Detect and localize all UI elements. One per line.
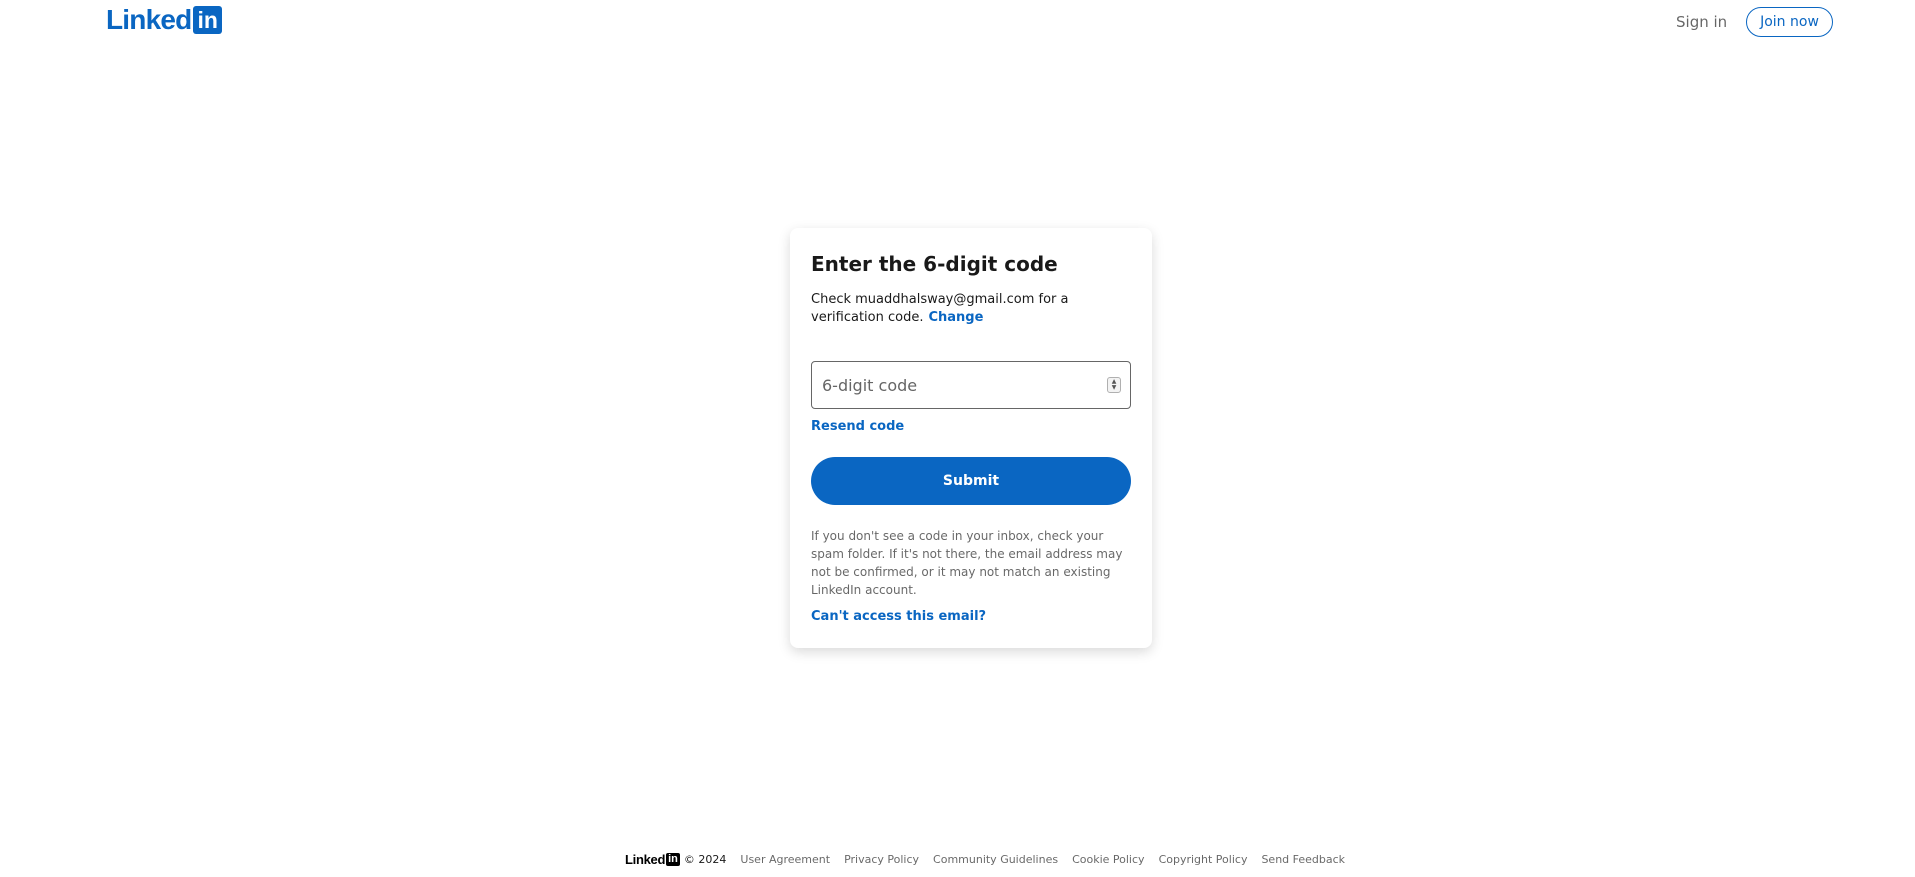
verification-description: Check muaddhalsway@gmail.com for a verif… bbox=[811, 291, 1129, 327]
footer-logo-in-box: in bbox=[666, 852, 680, 866]
footer-link-privacy-policy[interactable]: Privacy Policy bbox=[844, 853, 919, 866]
footer-link-send-feedback[interactable]: Send Feedback bbox=[1261, 853, 1345, 866]
code-input-container: ▲ ▼ bbox=[811, 361, 1131, 409]
email-address: muaddhalsway@gmail.com bbox=[855, 292, 1035, 307]
footer: Linked in © 2024 User Agreement Privacy P… bbox=[625, 849, 1359, 869]
sign-in-link[interactable]: Sign in bbox=[1676, 7, 1727, 37]
logo-wordmark: Linked bbox=[106, 4, 192, 35]
resend-code-link[interactable]: Resend code bbox=[811, 419, 904, 434]
linkedin-logo[interactable]: Linked in bbox=[106, 6, 222, 34]
help-note: If you don't see a code in your inbox, c… bbox=[811, 529, 1123, 597]
submit-button[interactable]: Submit bbox=[811, 457, 1131, 505]
footer-logo: Linked in bbox=[625, 852, 680, 867]
footer-link-user-agreement[interactable]: User Agreement bbox=[740, 853, 830, 866]
cant-access-email-link[interactable]: Can't access this email? bbox=[811, 609, 986, 624]
desc-prefix: Check bbox=[811, 292, 856, 307]
footer-link-cookie-policy[interactable]: Cookie Policy bbox=[1072, 853, 1144, 866]
verification-card: Enter the 6-digit code Check muaddhalswa… bbox=[790, 228, 1152, 648]
copyright: © 2024 bbox=[683, 852, 727, 866]
change-email-link[interactable]: Change bbox=[928, 310, 983, 325]
page-title: Enter the 6-digit code bbox=[811, 252, 1058, 276]
footer-logo-wordmark: Linked bbox=[625, 851, 666, 867]
footer-link-copyright-policy[interactable]: Copyright Policy bbox=[1159, 853, 1248, 866]
join-now-button[interactable]: Join now bbox=[1746, 7, 1833, 37]
verification-code-input[interactable] bbox=[812, 362, 1102, 408]
footer-link-community-guidelines[interactable]: Community Guidelines bbox=[933, 853, 1058, 866]
number-stepper-icon[interactable]: ▲ ▼ bbox=[1107, 377, 1121, 393]
chevron-down-icon: ▼ bbox=[1111, 384, 1117, 391]
logo-in-box: in bbox=[193, 6, 222, 34]
